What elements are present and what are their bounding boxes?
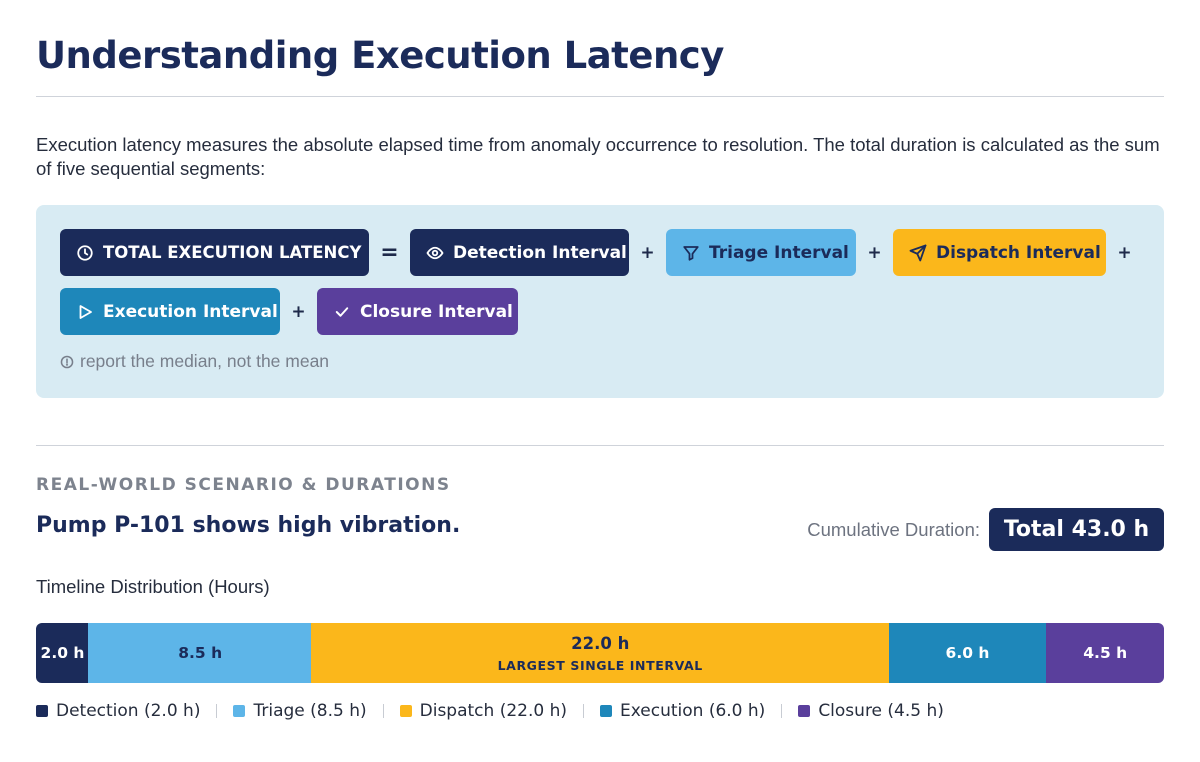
legend-separator (382, 704, 384, 718)
total-latency-chip: TOTAL EXECUTION LATENCY (60, 229, 369, 276)
legend-label: Dispatch (22.0 h) (419, 701, 567, 721)
clock-icon (77, 244, 93, 261)
legend-separator (216, 704, 218, 718)
plus-sign: + (867, 242, 882, 263)
divider (36, 96, 1164, 97)
filter-icon (683, 245, 699, 261)
legend-label: Closure (4.5 h) (818, 701, 944, 721)
closure-interval-chip: Closure Interval (317, 288, 518, 335)
info-icon (60, 355, 74, 368)
legend-swatch (798, 705, 811, 717)
chart-title: Timeline Distribution (Hours) (36, 576, 270, 597)
detection-interval-label: Detection Interval (453, 242, 627, 263)
timeline-stacked-bar: 2.0 h 8.5 h 22.0 h LARGEST SINGLE INTERVAL 6… (36, 623, 1164, 683)
triage-interval-label: Triage Interval (709, 242, 849, 263)
divider (36, 445, 1164, 446)
formula-note: report the median, not the mean (60, 351, 329, 372)
section-label: REAL-WORLD SCENARIO & DURATIONS (36, 475, 451, 495)
segment-value-label: 22.0 h (571, 633, 630, 653)
plus-sign: + (1117, 242, 1132, 263)
legend-label: Execution (6.0 h) (620, 701, 766, 721)
total-latency-label: TOTAL EXECUTION LATENCY (103, 243, 362, 262)
formula-row: TOTAL EXECUTION LATENCY = Detection Inte… (60, 229, 1143, 276)
closure-interval-label: Closure Interval (360, 301, 513, 322)
check-icon (335, 306, 349, 317)
segment-annotation: LARGEST SINGLE INTERVAL (497, 657, 703, 673)
total-duration-badge: Total 43.0 h (989, 508, 1164, 551)
legend-item-triage: Triage (8.5 h) (233, 701, 367, 721)
note-text: report the median, not the mean (80, 351, 330, 371)
legend-item-execution: Execution (6.0 h) (600, 701, 765, 721)
plus-sign: + (640, 242, 655, 263)
chart-legend: Detection (2.0 h) Triage (8.5 h) Dispatch … (36, 701, 944, 721)
formula-panel: TOTAL EXECUTION LATENCY = Detection Inte… (36, 205, 1164, 398)
legend-separator (781, 704, 783, 718)
detection-interval-chip: Detection Interval (410, 229, 629, 276)
legend-label: Triage (8.5 h) (253, 701, 367, 721)
legend-separator (583, 704, 584, 718)
bar-segment-closure: 4.5 h (1045, 623, 1164, 683)
play-icon (79, 304, 92, 319)
send-icon (909, 244, 927, 261)
segment-value-label: 4.5 h (1083, 644, 1128, 662)
legend-item-dispatch: Dispatch (22.0 h) (399, 701, 567, 721)
segment-value-label: 2.0 h (40, 644, 85, 662)
dispatch-interval-label: Dispatch Interval (936, 242, 1101, 263)
legend-swatch (36, 705, 48, 717)
bar-segment-execution: 6.0 h (888, 623, 1047, 683)
plus-sign: + (291, 301, 306, 322)
segment-value-label: 8.5 h (178, 644, 223, 662)
scenario-text: Pump P-101 shows high vibration. (36, 513, 461, 538)
page-title: Understanding Execution Latency (36, 34, 724, 77)
legend-label: Detection (2.0 h) (56, 701, 201, 721)
cumulative-duration-label: Cumulative Duration: (807, 519, 980, 540)
legend-swatch (600, 705, 612, 717)
segment-value-label: 6.0 h (945, 644, 990, 662)
equals-sign: = (380, 240, 399, 265)
legend-item-closure: Closure (4.5 h) (798, 701, 944, 721)
legend-item-detection: Detection (2.0 h) (36, 701, 200, 721)
formula-row: Execution Interval + Closure Interval (60, 288, 518, 335)
legend-swatch (399, 705, 412, 717)
execution-interval-chip: Execution Interval (60, 288, 280, 335)
bar-segment-dispatch: 22.0 h LARGEST SINGLE INTERVAL (311, 623, 890, 683)
bar-segment-detection: 2.0 h (36, 623, 89, 683)
execution-interval-label: Execution Interval (103, 301, 278, 322)
bar-segment-triage: 8.5 h (88, 623, 312, 683)
dispatch-interval-chip: Dispatch Interval (893, 229, 1106, 276)
eye-icon (426, 246, 444, 259)
intro-paragraph: Execution latency measures the absolute … (36, 134, 1160, 179)
legend-swatch (233, 705, 246, 717)
triage-interval-chip: Triage Interval (666, 229, 856, 276)
